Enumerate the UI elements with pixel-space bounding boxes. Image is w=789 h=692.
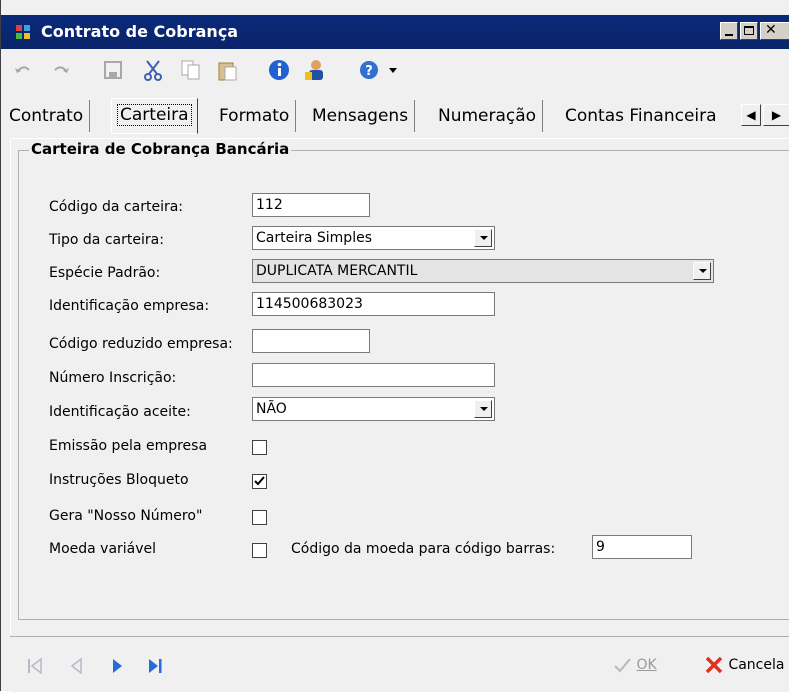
- maximize-button[interactable]: [740, 22, 758, 40]
- emissao-empresa-label: Emissão pela empresa: [49, 438, 208, 454]
- gera-nosso-numero-label: Gera "Nosso Número": [49, 508, 203, 524]
- identificacao-aceite-dropdown-button[interactable]: [474, 400, 492, 418]
- tab-contas-financeira-label: Contas Financeira: [565, 106, 717, 126]
- tipo-carteira-label: Tipo da carteira:: [49, 232, 164, 248]
- user-icon[interactable]: [303, 58, 327, 82]
- help-dropdown-icon[interactable]: [385, 58, 401, 82]
- undo-icon[interactable]: [11, 58, 35, 82]
- contrato-window: Contrato de Cobrança ✕ ? Contrato Cartei…: [0, 0, 789, 692]
- instrucoes-bloqueto-label: Instruções Bloqueto: [49, 472, 189, 488]
- identificacao-aceite-value: NÃO: [256, 401, 287, 417]
- tab-scroll-right-button[interactable]: ▶: [763, 104, 789, 126]
- instrucoes-bloqueto-checkbox[interactable]: [252, 474, 267, 489]
- app-icon: [16, 25, 30, 39]
- first-record-icon[interactable]: [24, 655, 46, 677]
- title-bar[interactable]: Contrato de Cobrança ✕: [1, 15, 789, 49]
- especie-padrao-select[interactable]: DUPLICATA MERCANTIL: [252, 259, 714, 283]
- tab-contas-financeira[interactable]: Contas Financeira: [559, 100, 723, 132]
- tab-numeracao-label: Numeração: [438, 106, 537, 126]
- checkmark-icon: [254, 476, 265, 486]
- tab-carteira-label: Carteira: [117, 104, 192, 126]
- navigation-bar: OK Cancela: [10, 636, 789, 692]
- svg-text:?: ?: [365, 64, 373, 79]
- tipo-carteira-select[interactable]: Carteira Simples: [252, 226, 495, 250]
- redo-icon[interactable]: [49, 58, 73, 82]
- close-button[interactable]: ✕: [760, 22, 789, 40]
- cancel-button[interactable]: Cancela: [704, 652, 784, 678]
- tab-carteira[interactable]: Carteira: [111, 98, 198, 134]
- codigo-reduzido-label: Código reduzido empresa:: [49, 336, 233, 352]
- tab-formato[interactable]: Formato: [213, 100, 297, 132]
- tab-strip: Contrato Carteira Formato Mensagens Nume…: [1, 96, 789, 138]
- toolbar: ?: [1, 50, 789, 90]
- codigo-moeda-input[interactable]: 9: [592, 535, 692, 559]
- especie-padrao-label: Espécie Padrão:: [49, 265, 161, 281]
- group-title: Carteira de Cobrança Bancária: [29, 140, 292, 158]
- copy-icon[interactable]: [179, 58, 203, 82]
- help-icon[interactable]: ?: [357, 58, 381, 82]
- paste-icon[interactable]: [215, 58, 239, 82]
- numero-inscricao-input[interactable]: [252, 363, 495, 387]
- identificacao-empresa-input[interactable]: 114500683023: [252, 292, 495, 316]
- tipo-carteira-dropdown-button[interactable]: [474, 229, 492, 247]
- ok-button[interactable]: OK: [612, 652, 657, 678]
- tab-scroll-left-button[interactable]: ◀: [741, 104, 761, 126]
- info-icon[interactable]: [267, 58, 291, 82]
- identificacao-empresa-label: Identificação empresa:: [49, 298, 210, 314]
- emissao-empresa-checkbox[interactable]: [252, 440, 267, 455]
- identificacao-aceite-select[interactable]: NÃO: [252, 397, 495, 421]
- identificacao-aceite-label: Identificação aceite:: [49, 404, 191, 420]
- cut-icon[interactable]: [141, 58, 165, 82]
- tab-mensagens[interactable]: Mensagens: [306, 100, 416, 132]
- tab-formato-label: Formato: [219, 106, 290, 126]
- codigo-moeda-label: Código da moeda para código barras:: [291, 541, 556, 557]
- numero-inscricao-label: Número Inscrição:: [49, 370, 177, 386]
- tab-mensagens-label: Mensagens: [312, 106, 409, 126]
- x-icon: [705, 656, 723, 674]
- cancel-label: Cancela: [728, 657, 785, 673]
- codigo-carteira-label: Código da carteira:: [49, 199, 184, 215]
- moeda-variavel-checkbox[interactable]: [252, 543, 267, 558]
- last-record-icon[interactable]: [144, 655, 166, 677]
- minimize-button[interactable]: [720, 22, 738, 40]
- tab-contrato[interactable]: Contrato: [3, 100, 91, 132]
- especie-padrao-dropdown-button[interactable]: [693, 262, 711, 280]
- moeda-variavel-label: Moeda variável: [49, 541, 157, 557]
- next-record-icon[interactable]: [106, 655, 128, 677]
- codigo-reduzido-input[interactable]: [252, 329, 370, 353]
- save-icon[interactable]: [101, 58, 125, 82]
- gera-nosso-numero-checkbox[interactable]: [252, 510, 267, 525]
- tipo-carteira-value: Carteira Simples: [256, 230, 372, 246]
- codigo-carteira-input[interactable]: 112: [252, 193, 370, 217]
- especie-padrao-value: DUPLICATA MERCANTIL: [256, 263, 418, 279]
- tab-contrato-label: Contrato: [9, 106, 84, 126]
- tab-numeracao[interactable]: Numeração: [432, 100, 544, 132]
- ok-label: OK: [636, 657, 657, 673]
- checkmark-icon: [614, 658, 631, 673]
- previous-record-icon[interactable]: [66, 655, 88, 677]
- window-title: Contrato de Cobrança: [41, 22, 239, 41]
